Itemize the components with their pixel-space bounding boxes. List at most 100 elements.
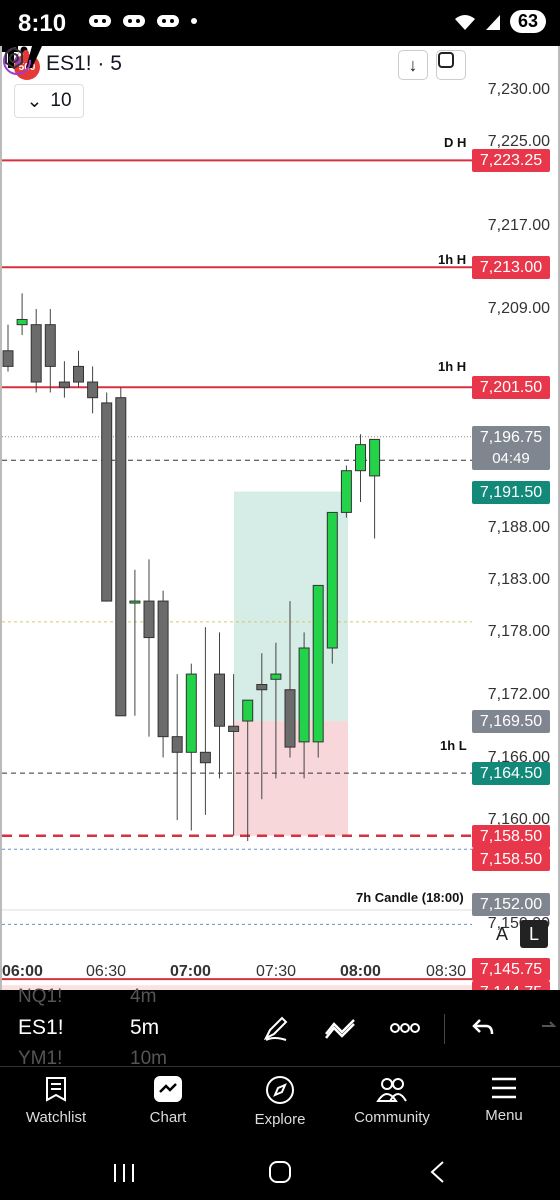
- draw-pencil-icon[interactable]: [262, 1014, 290, 1042]
- candle-body: [284, 689, 296, 748]
- candle-body: [143, 600, 155, 639]
- price-axis-label: 7,230.00: [487, 81, 550, 98]
- level-label-1h-high: 1h H: [438, 252, 467, 267]
- price-tag: 7,201.50: [472, 376, 550, 400]
- candle-body: [73, 365, 84, 383]
- time-axis-label: 06:30: [86, 963, 127, 980]
- candle-body: [298, 647, 310, 743]
- countdown-tag: 04:49: [472, 446, 550, 470]
- nav-community-label: Community: [354, 1109, 430, 1126]
- candle-body: [171, 736, 183, 753]
- chart-area[interactable]: 500 ES1! · 5 ↓ ⌄ 10 7,235.007,230.007,22…: [0, 46, 560, 990]
- ghost-watch-symbol: NQ1!: [18, 986, 63, 1007]
- interval-value: 10: [50, 90, 72, 111]
- price-axis-label: 7,188.00: [487, 519, 550, 537]
- candle-body: [157, 600, 169, 738]
- compass-icon: [266, 1076, 294, 1104]
- price-tag: 7,213.00: [472, 256, 550, 280]
- price-tag: 7,164.50: [472, 762, 550, 786]
- download-button[interactable]: ↓: [398, 50, 428, 80]
- indicator-wave-icon[interactable]: [324, 1014, 356, 1042]
- recent-apps-icon[interactable]: [112, 1162, 136, 1184]
- level-label-7h-candle: 7h Candle (18:00): [356, 890, 464, 905]
- ghost-watch-timeframe: 4m: [130, 986, 157, 1007]
- price-axis-label: 7,172.00: [487, 685, 550, 703]
- status-bar: 8:10 63: [0, 0, 560, 46]
- candle-body: [369, 438, 381, 477]
- community-icon: [376, 1078, 407, 1102]
- nav-chart-label: Chart: [149, 1109, 187, 1126]
- candle-body: [326, 511, 338, 649]
- candle-body: [242, 699, 254, 722]
- arrow-down-icon: ↓: [408, 54, 418, 75]
- nav-chart[interactable]: Chart: [112, 1067, 224, 1145]
- nav-menu[interactable]: Menu: [448, 1067, 560, 1145]
- price-axis-label: 7,235.00: [488, 46, 550, 47]
- candle-body: [58, 381, 70, 388]
- candle-body: [44, 324, 56, 367]
- time-axis-label: 08:30: [426, 963, 467, 980]
- more-dots-icon[interactable]: [390, 1022, 420, 1034]
- game-controller-icon: [123, 15, 145, 27]
- nav-explore[interactable]: Explore: [224, 1067, 336, 1145]
- price-axis-label: 7,209.00: [487, 300, 550, 318]
- level-label-1h-low: 1h L: [440, 738, 467, 753]
- nav-explore-label: Explore: [254, 1111, 306, 1128]
- chevron-down-icon: ⌄: [26, 90, 43, 112]
- candle-body: [340, 470, 352, 513]
- candle-body: [199, 751, 211, 764]
- current-timeframe[interactable]: 5m: [130, 1016, 159, 1040]
- price-tag: 7,191.50: [472, 480, 550, 504]
- price-tag: 7,223.25: [472, 149, 550, 173]
- level-label-dh: D H: [444, 135, 467, 150]
- candle-body: [115, 397, 127, 717]
- signal-icon: [485, 14, 500, 30]
- price-tag: 7,144.75: [472, 980, 550, 990]
- status-time: 8:10: [18, 10, 67, 37]
- home-icon[interactable]: [268, 1160, 292, 1184]
- level-label-1h-high-2: 1h H: [438, 359, 467, 374]
- price-tag: 7,196.75: [472, 425, 550, 449]
- symbol-title[interactable]: ES1! · 5: [46, 52, 122, 76]
- toolbar-divider: [444, 1014, 445, 1044]
- back-icon[interactable]: [428, 1160, 446, 1184]
- nav-menu-label: Menu: [485, 1107, 523, 1124]
- candle-body: [185, 673, 197, 753]
- candle-body: [16, 318, 28, 326]
- notification-icons: [88, 12, 198, 30]
- candle-body: [214, 673, 225, 727]
- chart-icon: [154, 1076, 182, 1102]
- current-symbol[interactable]: ES1!: [18, 1016, 64, 1040]
- price-axis-label: 7,183.00: [487, 571, 550, 589]
- candle-body: [270, 673, 282, 680]
- log-scale-toggle[interactable]: L: [520, 920, 548, 948]
- candle-body: [87, 381, 99, 399]
- system-navigation-bar: [0, 1148, 560, 1200]
- watchlist-icon: [46, 1077, 66, 1102]
- price-axis-label: 7,217.00: [487, 216, 550, 234]
- bottom-navigation: Watchlist Chart Explore Community Menu: [0, 1066, 560, 1144]
- candle-body: [2, 350, 14, 367]
- nav-community[interactable]: Community: [336, 1067, 448, 1145]
- game-controller-icon: [157, 15, 179, 27]
- settings-gear-icon[interactable]: [2, 46, 26, 70]
- fullscreen-icon: [438, 52, 454, 68]
- hamburger-menu-icon: [492, 1077, 516, 1099]
- dot-icon: [191, 18, 197, 24]
- bottom-panel: NQ1! 4m ES1! 5m YM1! 10m Watchlist Chart…: [0, 986, 560, 1200]
- wifi-icon: [454, 14, 475, 30]
- time-axis-label: 06:00: [2, 963, 43, 980]
- time-axis-label: 07:30: [256, 963, 297, 980]
- nav-watchlist[interactable]: Watchlist: [0, 1067, 112, 1145]
- auto-scale-toggle[interactable]: A: [488, 920, 516, 948]
- price-tag: 7,169.50: [472, 710, 550, 733]
- undo-icon[interactable]: [470, 1014, 496, 1042]
- candle-body: [101, 402, 113, 602]
- redo-icon[interactable]: [536, 1014, 560, 1042]
- price-tag: 7,158.50: [472, 824, 550, 848]
- interval-selector[interactable]: ⌄ 10: [14, 84, 84, 118]
- price-axis-label: 7,178.00: [487, 623, 550, 641]
- time-axis-label: 08:00: [340, 963, 381, 980]
- fullscreen-button[interactable]: [436, 50, 466, 80]
- nav-watchlist-label: Watchlist: [25, 1109, 87, 1126]
